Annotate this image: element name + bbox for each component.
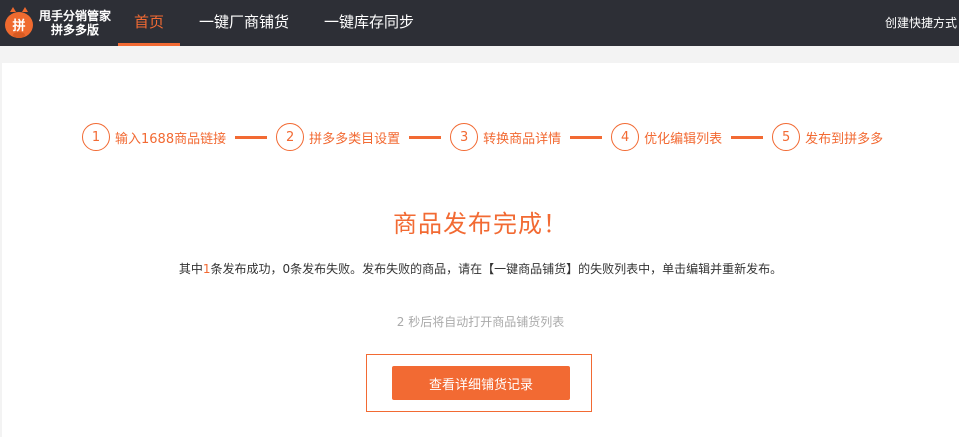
completion-title: 商品发布完成！: [393, 210, 568, 238]
step-2: 2 拼多多类目设置: [276, 123, 400, 151]
step-connector: [409, 135, 442, 139]
nav-vendor-listing[interactable]: 一键厂商铺货: [183, 0, 305, 46]
step-4: 4 优化编辑列表: [611, 123, 722, 151]
step-1: 1 输入1688商品链接: [82, 123, 226, 151]
step-number: 5: [772, 123, 801, 151]
button-highlight-frame: 查看详细铺货记录: [366, 354, 592, 412]
step-3: 3 转换商品详情: [450, 123, 561, 151]
step-number: 1: [82, 123, 110, 151]
summary-suffix: 条发布失败。发布失败的商品，请在【一键商品铺货】的失败列表中，单击编辑并重新发布…: [290, 262, 783, 276]
summary-prefix: 其中: [178, 262, 203, 276]
redirect-countdown: 2 秒后将自动打开商品铺货列表: [396, 315, 565, 329]
view-listing-records-button[interactable]: 查看详细铺货记录: [392, 366, 570, 400]
create-shortcut-link[interactable]: 创建快捷方式: [885, 0, 957, 46]
step-label: 输入1688商品链接: [115, 131, 227, 147]
nav-home[interactable]: 首页: [118, 0, 181, 46]
app-logo[interactable]: 拼 甩手分销管家 拼多多版: [0, 0, 116, 46]
step-connector: [235, 135, 268, 139]
result-summary: 其中1条发布成功，0条发布失败。发布失败的商品，请在【一键商品铺货】的失败列表中…: [2, 260, 959, 277]
step-5: 5 发布到拼多多: [772, 123, 883, 151]
fail-count: 0: [282, 262, 291, 276]
piggy-logo-icon: 拼: [4, 6, 34, 40]
step-number: 4: [611, 123, 640, 151]
logo-char: 拼: [12, 18, 25, 34]
logo-line-1: 甩手分销管家: [39, 9, 112, 23]
main-nav: 首页 一键厂商铺货 一键库存同步: [118, 0, 430, 46]
step-number: 2: [276, 123, 305, 151]
progress-steps: 1 输入1688商品链接 2 拼多多类目设置 3 转换商品详情 4 优化编辑列表…: [82, 123, 883, 151]
step-connector: [731, 135, 764, 139]
summary-mid: 条发布成功，: [210, 262, 283, 276]
nav-inventory-sync[interactable]: 一键库存同步: [308, 0, 430, 46]
step-number: 3: [450, 123, 479, 151]
step-label: 优化编辑列表: [644, 131, 723, 147]
top-navigation-bar: 拼 甩手分销管家 拼多多版 首页 一键厂商铺货 一键库存同步 创建快捷方式: [0, 0, 959, 46]
step-label: 转换商品详情: [483, 131, 562, 147]
step-connector: [570, 135, 603, 139]
logo-line-2: 拼多多版: [51, 23, 100, 37]
step-label: 发布到拼多多: [805, 131, 884, 147]
main-content-card: 1 输入1688商品链接 2 拼多多类目设置 3 转换商品详情 4 优化编辑列表…: [2, 63, 959, 437]
step-label: 拼多多类目设置: [309, 131, 401, 147]
logo-text: 甩手分销管家 拼多多版: [39, 9, 111, 37]
